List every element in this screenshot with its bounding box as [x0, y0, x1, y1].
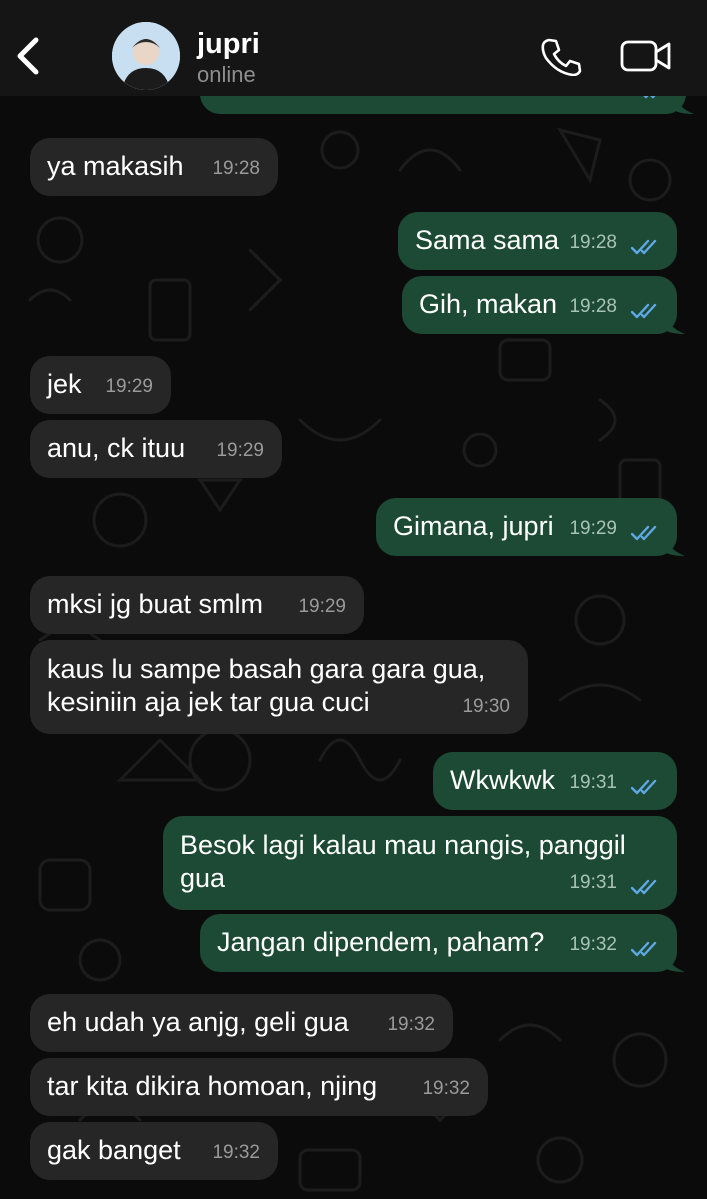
- message-timestamp: 19:32: [422, 1078, 470, 1099]
- bubble-tail: [665, 952, 685, 972]
- message-text-line-2: kesiniin aja jek tar gua cuci: [47, 687, 370, 717]
- message-timestamp: 19:31: [569, 872, 617, 893]
- message-timestamp: 19:31: [569, 772, 617, 793]
- message-timestamp: 19:29: [298, 596, 346, 617]
- bubble-tail: [665, 314, 685, 334]
- message-text: Gimana, jupri: [393, 511, 554, 541]
- message-timestamp: 19:28: [569, 232, 617, 253]
- incoming-message[interactable]: mksi jg buat smlm 19:29: [30, 576, 364, 634]
- incoming-message[interactable]: ya makasih 19:28: [30, 138, 278, 196]
- read-receipt-icon: [631, 779, 657, 795]
- phone-icon[interactable]: [540, 36, 584, 76]
- message-timestamp: 19:28: [569, 296, 617, 317]
- read-receipt-icon: [631, 879, 657, 895]
- message-text: tar kita dikira homoan, njing: [47, 1071, 378, 1101]
- message-text: eh udah ya anjg, geli gua: [47, 1007, 349, 1037]
- chat-header: jupri online: [0, 0, 707, 96]
- outgoing-message[interactable]: Besok lagi kalau mau nangis, panggil gua 1…: [163, 816, 677, 910]
- incoming-message[interactable]: anu, ck ituu 19:29: [30, 420, 282, 478]
- message-timestamp: 19:28: [212, 158, 260, 179]
- message-text: kaus lu sampe basah gara gara gua,: [47, 654, 486, 684]
- video-camera-icon[interactable]: [620, 38, 672, 74]
- read-receipt-icon: [631, 303, 657, 319]
- incoming-message[interactable]: jek 19:29: [30, 356, 171, 414]
- message-timestamp: 19:29: [216, 440, 264, 461]
- bubble-tail: [665, 536, 685, 556]
- message-text: Sama sama: [415, 225, 560, 255]
- outgoing-message[interactable]: Jangan dipendem, paham? 19:32: [200, 914, 677, 972]
- message-timestamp: 19:30: [462, 696, 510, 717]
- message-timestamp: 19:32: [387, 1014, 435, 1035]
- message-timestamp: 19:32: [212, 1142, 260, 1163]
- message-text: Gih, makan: [419, 289, 558, 319]
- bubble-tail: [674, 94, 694, 114]
- incoming-message[interactable]: tar kita dikira homoan, njing 19:32: [30, 1058, 488, 1116]
- avatar[interactable]: [112, 22, 180, 90]
- message-text: Wkwkwk: [450, 765, 555, 795]
- chevron-left-icon[interactable]: [14, 34, 44, 78]
- message-text: Besok lagi kalau mau nangis, panggil: [180, 830, 626, 860]
- message-timestamp: 19:29: [105, 376, 153, 397]
- read-receipt-icon: [631, 941, 657, 957]
- message-timestamp: 19:32: [569, 934, 617, 955]
- incoming-message[interactable]: gak banget 19:32: [30, 1122, 278, 1180]
- read-receipt-icon: [631, 239, 657, 255]
- contact-name[interactable]: jupri: [197, 28, 260, 60]
- incoming-message[interactable]: kaus lu sampe basah gara gara gua, kesini…: [30, 640, 528, 734]
- message-list[interactable]: 19:28ya makasih19:28Sama sama19:28Gih, m…: [0, 0, 707, 1199]
- contact-status: online: [197, 62, 256, 87]
- message-timestamp: 19:29: [569, 518, 617, 539]
- outgoing-message[interactable]: Wkwkwk 19:31: [433, 752, 677, 810]
- outgoing-message[interactable]: Gih, makan 19:28: [402, 276, 677, 334]
- read-receipt-icon: [631, 525, 657, 541]
- incoming-message[interactable]: eh udah ya anjg, geli gua 19:32: [30, 994, 453, 1052]
- avatar-image: [112, 22, 180, 90]
- outgoing-message[interactable]: Sama sama 19:28: [398, 212, 677, 270]
- outgoing-message[interactable]: Gimana, jupri 19:29: [376, 498, 677, 556]
